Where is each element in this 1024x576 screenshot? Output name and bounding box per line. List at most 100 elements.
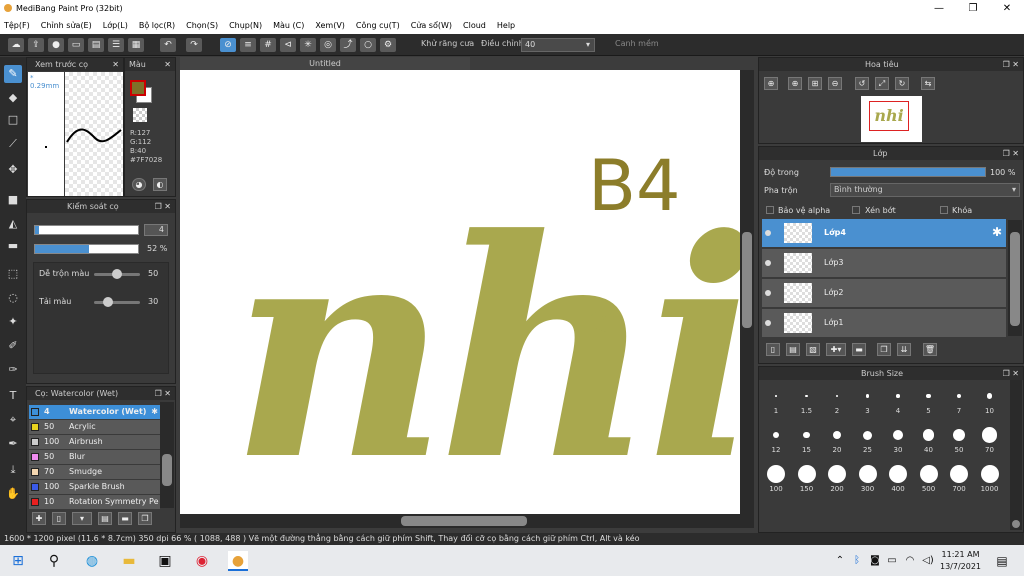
brush-size-option[interactable]: 40 (915, 424, 943, 460)
menu-layer[interactable]: Lớp(L) (103, 21, 128, 30)
snap-radial-icon[interactable]: ✳ (300, 38, 316, 52)
brush-size-option[interactable]: 20 (823, 424, 851, 460)
snap-off-icon[interactable]: ⊘ (220, 38, 236, 52)
layer-row[interactable]: Lớp4 ✱ (762, 219, 1006, 248)
folder-icon[interactable]: ▬ (852, 343, 866, 356)
menu-view[interactable]: Xem(V) (315, 21, 345, 30)
color-wheel-icon[interactable]: ◐ (153, 178, 167, 191)
fit-screen-icon[interactable]: ⤢ (875, 77, 889, 90)
dropper-alt-icon[interactable]: ⤓ (4, 461, 22, 479)
brush-size-option[interactable]: 2 (823, 385, 851, 421)
grid-icon[interactable]: ▦ (128, 38, 144, 52)
flip-icon[interactable]: ⇆ (921, 77, 935, 90)
brush-size-option[interactable]: 3 (854, 385, 882, 421)
add-layer-menu-icon[interactable]: ✚▾ (826, 343, 846, 356)
hand-tool-icon[interactable]: ✋ (4, 485, 22, 503)
brush-list-scrollbar[interactable] (160, 402, 174, 508)
snap-parallel-icon[interactable]: ≡ (240, 38, 256, 52)
layer-scrollbar[interactable] (1008, 220, 1022, 336)
upload-icon[interactable]: ⇪ (28, 38, 44, 52)
brush-list-item[interactable]: 50 Blur (29, 450, 160, 464)
wifi-icon[interactable]: ◠ (900, 551, 920, 571)
size-bar[interactable] (34, 225, 139, 235)
visibility-icon[interactable] (765, 260, 771, 266)
blend-slider[interactable] (94, 269, 140, 279)
brush-folder-icon[interactable]: ▬ (118, 512, 132, 525)
brush-size-option[interactable]: 150 (793, 463, 821, 499)
brush-size-option[interactable]: 5 (915, 385, 943, 421)
magic-wand-icon[interactable]: ✦ (4, 313, 22, 331)
menu-cloud[interactable]: Cloud (463, 21, 486, 30)
document-icon[interactable]: ▤ (88, 38, 104, 52)
menu-tools[interactable]: Công cụ(T) (356, 21, 400, 30)
close-icon[interactable]: ✕ (164, 58, 171, 71)
menu-edit[interactable]: Chỉnh sửa(E) (41, 21, 92, 30)
close-icon[interactable]: ❐ ✕ (155, 387, 171, 400)
brush-menu-icon[interactable]: ▾ (72, 512, 92, 525)
brush-size-option[interactable]: 7 (945, 385, 973, 421)
transparent-color-swatch[interactable] (133, 108, 147, 122)
menu-select[interactable]: Chọn(S) (186, 21, 218, 30)
brush-size-option[interactable]: 4 (884, 385, 912, 421)
close-icon[interactable]: ❐ ✕ (1003, 58, 1019, 71)
brush-settings-icon[interactable]: ✱ (151, 405, 158, 419)
visibility-icon[interactable] (765, 320, 771, 326)
chat-icon[interactable]: ● (48, 38, 64, 52)
move-tool-icon[interactable]: ✥ (4, 161, 22, 179)
lasso-tool-icon[interactable]: ◌ (4, 289, 22, 307)
dotted-brush-icon[interactable]: ⟋ (4, 135, 22, 153)
store-icon[interactable]: ▣ (155, 551, 175, 571)
new-8bit-layer-icon[interactable]: ▧ (806, 343, 820, 356)
brush-size-option[interactable]: 12 (762, 424, 790, 460)
paint-slider[interactable] (94, 297, 140, 307)
new-halftone-layer-icon[interactable]: ▤ (786, 343, 800, 356)
brush-tool-icon[interactable]: ✎ (4, 65, 22, 83)
notification-icon[interactable]: ▤ (992, 551, 1012, 571)
file-explorer-icon[interactable]: ▬ (119, 551, 139, 571)
brush-size-option[interactable]: 500 (915, 463, 943, 499)
medibang-taskbar-icon[interactable]: ● (228, 551, 248, 571)
windows-start-icon[interactable]: ⊞ (8, 551, 28, 571)
close-button[interactable]: ✕ (990, 0, 1024, 17)
brush-file-icon[interactable]: ▤ (98, 512, 112, 525)
brush-size-option[interactable]: 30 (884, 424, 912, 460)
menu-help[interactable]: Help (497, 21, 515, 30)
adjust-select[interactable]: 40 ▾ (521, 38, 595, 52)
snap-grid-icon[interactable]: # (260, 38, 276, 52)
menu-window[interactable]: Cửa sổ(W) (411, 21, 452, 30)
canvas-vscroll[interactable] (740, 70, 754, 514)
brush-list-item[interactable]: 70 Smudge (29, 465, 160, 479)
lock-checkbox[interactable] (940, 206, 948, 214)
clipping-checkbox[interactable] (852, 206, 860, 214)
zoom-in-alt-icon[interactable]: ⊕ (788, 77, 802, 90)
layer-blend-select[interactable]: Bình thường ▾ (830, 183, 1020, 197)
snap-circle-icon[interactable]: ◎ (320, 38, 336, 52)
battery-icon[interactable]: ▭ (882, 551, 902, 571)
size-value[interactable]: 4 (144, 224, 168, 236)
brush-size-scrollbar[interactable] (1010, 380, 1022, 530)
undo-icon[interactable]: ↶ (160, 38, 176, 52)
brush-size-option[interactable]: 400 (884, 463, 912, 499)
layer-opacity-bar[interactable] (830, 167, 986, 177)
bluetooth-icon[interactable]: ᛒ (847, 551, 867, 571)
menu-snap[interactable]: Chụp(N) (229, 21, 262, 30)
close-icon[interactable]: ❐ ✕ (155, 200, 171, 213)
paint-knob[interactable] (102, 297, 113, 307)
protect-alpha-checkbox[interactable] (766, 206, 774, 214)
brush-list-item[interactable]: 4 Watercolor (Wet) ✱ (29, 405, 160, 419)
layer-settings-icon[interactable]: ✱ (992, 225, 1002, 239)
snap-ellipse-icon[interactable]: ○ (360, 38, 376, 52)
snap-curve-icon[interactable]: ⤴ (340, 38, 356, 52)
text-tool-icon[interactable]: T (4, 387, 22, 405)
brush-size-option[interactable]: 100 (762, 463, 790, 499)
redo-icon[interactable]: ↷ (186, 38, 202, 52)
menu-color[interactable]: Màu (C) (273, 21, 304, 30)
comment-icon[interactable]: ▭ (68, 38, 84, 52)
chrome-icon[interactable]: ◉ (192, 551, 212, 571)
new-brush-icon[interactable]: ▯ (52, 512, 66, 525)
new-layer-icon[interactable]: ▯ (766, 343, 780, 356)
visibility-icon[interactable] (765, 290, 771, 296)
select-pen-icon[interactable]: ✐ (4, 337, 22, 355)
layer-row[interactable]: Lớp3 (762, 249, 1006, 278)
brush-size-option[interactable]: 70 (976, 424, 1004, 460)
